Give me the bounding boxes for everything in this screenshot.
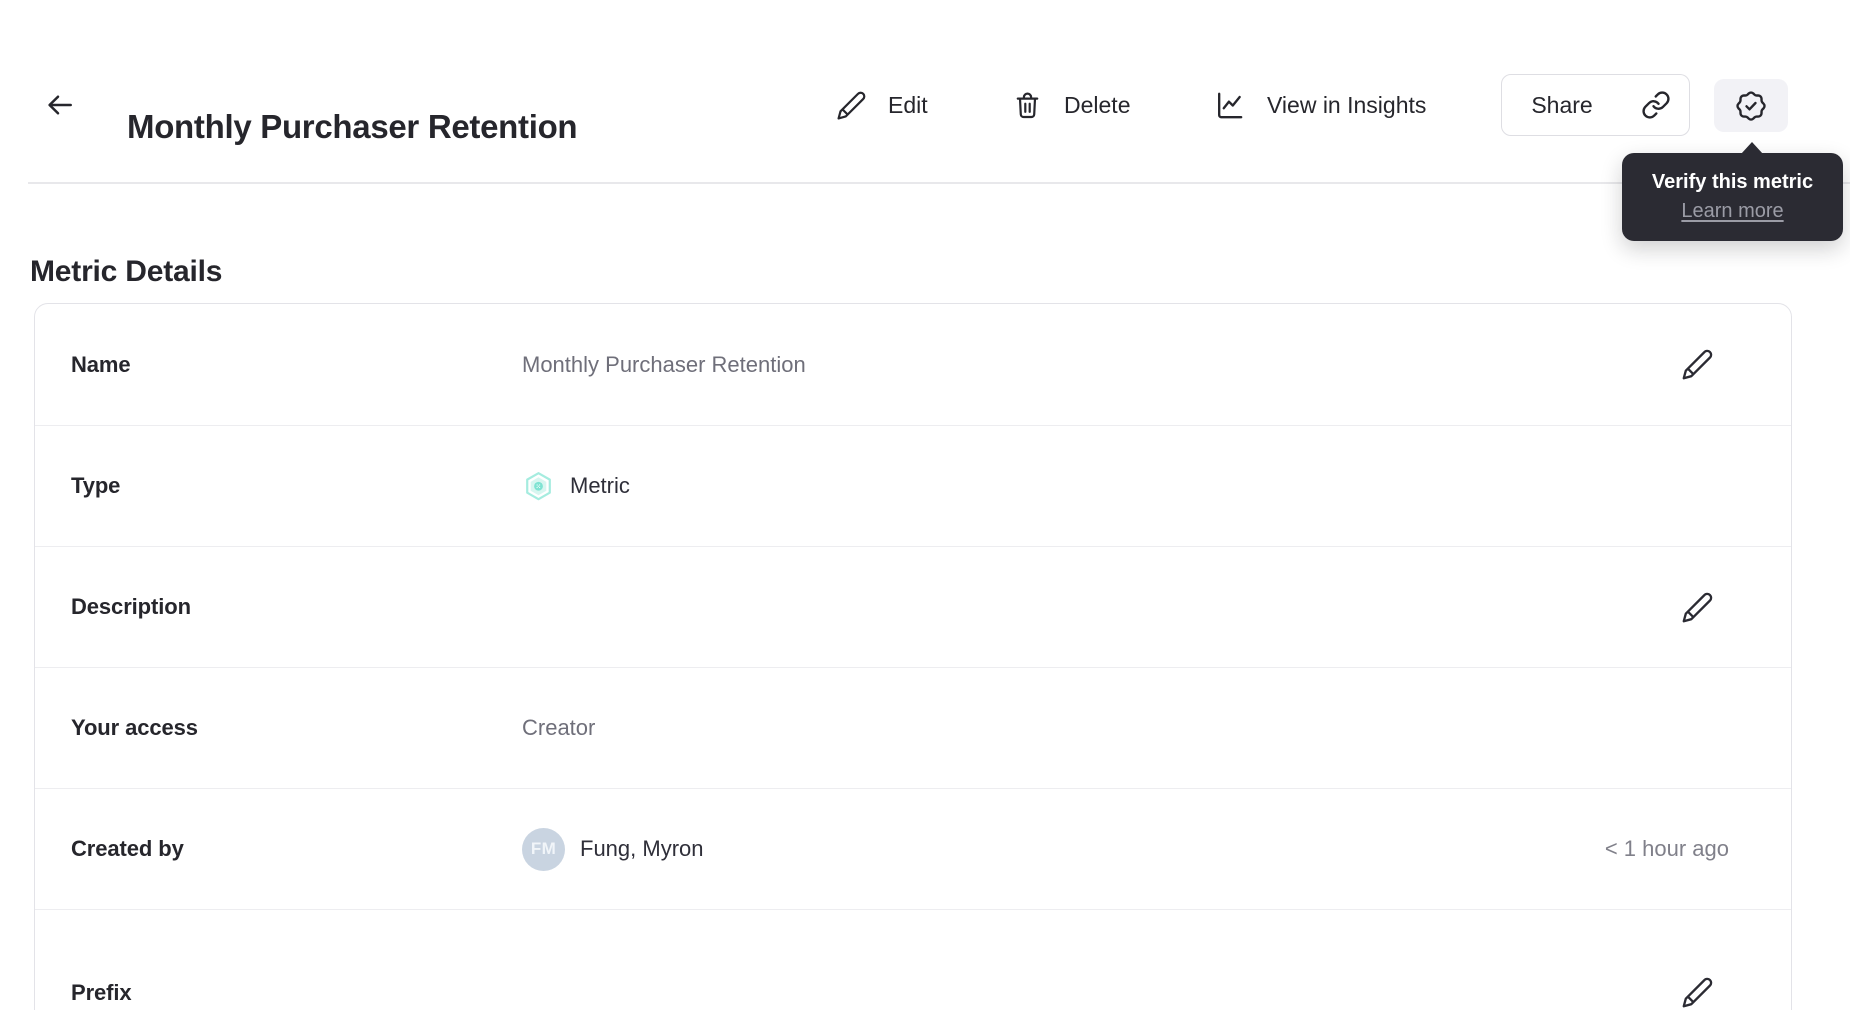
row-label: Description	[71, 594, 191, 619]
section-title: Metric Details	[30, 254, 223, 288]
verify-metric-tooltip: Verify this metric Learn more	[1622, 142, 1843, 241]
detail-row-description: Description	[35, 547, 1791, 668]
created-by-value: Fung, Myron	[580, 836, 704, 861]
hexagon-metric-icon	[522, 470, 555, 503]
edit-name-button[interactable]	[1677, 345, 1717, 385]
pencil-icon	[836, 90, 867, 121]
type-value: Metric	[570, 473, 630, 498]
view-in-insights-button[interactable]: View in Insights	[1213, 85, 1426, 125]
edit-button[interactable]: Edit	[836, 85, 928, 125]
metric-details-page: Monthly Purchaser Retention Edit Delete	[0, 0, 1850, 1010]
pencil-icon	[1681, 976, 1714, 1009]
avatar: FM	[522, 827, 565, 871]
share-label: Share	[1531, 91, 1593, 118]
row-label: Type	[71, 473, 121, 498]
edit-label: Edit	[888, 91, 928, 118]
access-value: Creator	[522, 715, 596, 740]
row-label: Prefix	[71, 979, 132, 1005]
edit-description-button[interactable]	[1677, 587, 1717, 627]
metric-details-card: Name Monthly Purchaser Retention Type Me…	[34, 303, 1792, 1010]
learn-more-link[interactable]: Learn more	[1681, 200, 1783, 223]
verified-badge-icon	[1733, 88, 1769, 124]
detail-row-created-by: Created by FM Fung, Myron < 1 hour ago	[35, 789, 1791, 910]
detail-row-prefix: Prefix	[35, 910, 1791, 1010]
detail-row-your-access: Your access Creator	[35, 668, 1791, 789]
copy-link-button[interactable]	[1622, 74, 1690, 136]
share-button[interactable]: Share	[1501, 74, 1623, 136]
row-label: Created by	[71, 836, 184, 861]
trash-icon	[1012, 90, 1043, 121]
edit-prefix-button[interactable]	[1677, 973, 1717, 1010]
detail-row-name: Name Monthly Purchaser Retention	[35, 304, 1791, 426]
row-label: Name	[71, 351, 131, 377]
arrow-left-icon	[44, 89, 76, 121]
created-timestamp: < 1 hour ago	[1604, 836, 1729, 861]
page-title: Monthly Purchaser Retention	[127, 108, 578, 146]
link-icon	[1641, 90, 1671, 120]
row-label: Your access	[71, 715, 198, 740]
pencil-icon	[1681, 348, 1714, 381]
detail-row-type: Type Metric	[35, 426, 1791, 547]
name-value: Monthly Purchaser Retention	[522, 351, 806, 377]
delete-label: Delete	[1064, 91, 1131, 118]
line-chart-icon	[1213, 89, 1246, 122]
back-button[interactable]	[42, 87, 78, 123]
header-divider	[28, 182, 1850, 184]
pencil-icon	[1681, 591, 1714, 624]
tooltip-title: Verify this metric	[1651, 171, 1814, 193]
verify-metric-button[interactable]	[1714, 79, 1788, 132]
view-in-insights-label: View in Insights	[1267, 91, 1427, 118]
delete-button[interactable]: Delete	[1012, 85, 1130, 125]
